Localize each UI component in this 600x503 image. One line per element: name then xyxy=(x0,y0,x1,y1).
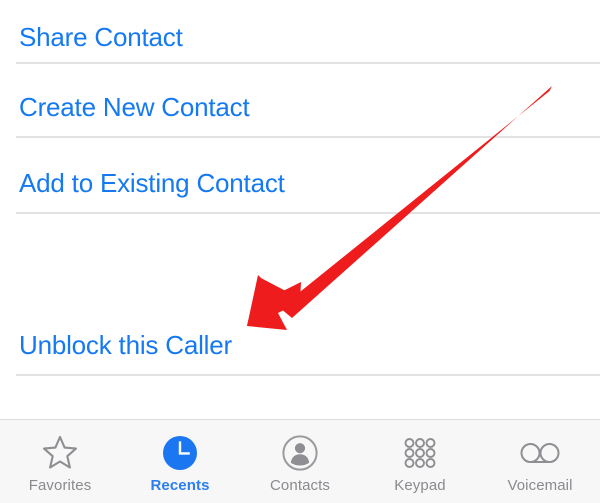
tab-bar: Favorites Recents Contacts Keypad Voicem… xyxy=(0,419,600,503)
tab-label: Voicemail xyxy=(507,477,573,494)
voicemail-icon xyxy=(518,430,562,476)
tab-keypad[interactable]: Keypad xyxy=(360,420,480,503)
clock-icon xyxy=(161,430,199,476)
tab-recents[interactable]: Recents xyxy=(120,420,240,503)
tab-label: Contacts xyxy=(270,477,330,494)
person-icon xyxy=(281,430,319,476)
tab-favorites[interactable]: Favorites xyxy=(0,420,120,503)
action-item-create-new-contact[interactable]: Create New Contact xyxy=(0,76,600,137)
star-icon xyxy=(41,430,79,476)
tab-contacts[interactable]: Contacts xyxy=(240,420,360,503)
phone-app-screen: Share Contact Create New Contact Add to … xyxy=(0,0,600,503)
tab-label: Favorites xyxy=(28,477,92,494)
list-divider xyxy=(16,212,600,214)
tab-label: Recents xyxy=(150,477,210,494)
action-item-unblock-this-caller[interactable]: Unblock this Caller xyxy=(0,314,600,375)
action-item-label: Share Contact xyxy=(19,21,183,52)
action-item-label: Create New Contact xyxy=(19,91,250,122)
action-item-add-to-existing-contact[interactable]: Add to Existing Contact xyxy=(0,152,600,213)
action-item-share-contact[interactable]: Share Contact xyxy=(0,6,600,67)
action-item-label: Add to Existing Contact xyxy=(19,167,285,198)
list-divider xyxy=(16,136,600,138)
list-divider xyxy=(16,374,600,376)
action-item-label: Unblock this Caller xyxy=(19,329,232,360)
tab-voicemail[interactable]: Voicemail xyxy=(480,420,600,503)
keypad-icon xyxy=(401,430,439,476)
tab-label: Keypad xyxy=(394,477,446,494)
list-divider xyxy=(16,62,600,64)
